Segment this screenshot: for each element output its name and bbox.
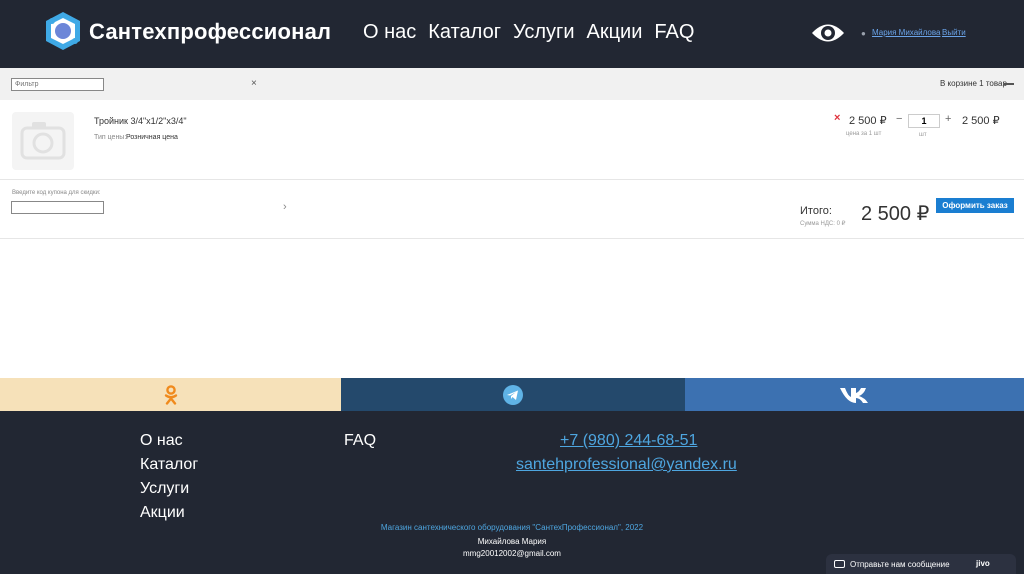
- nav-catalog[interactable]: Каталог: [428, 21, 501, 44]
- checkout-button[interactable]: Оформить заказ: [936, 198, 1014, 213]
- chat-widget-text: Отправьте нам сообщение: [850, 560, 950, 569]
- cart-item-row: Тройник 3/4"х1/2"х3/4" Тип цены: Розничн…: [0, 100, 1024, 180]
- social-vk-link[interactable]: [685, 378, 1024, 411]
- collapse-icon[interactable]: [1004, 83, 1014, 85]
- total-value: 2 500 ₽: [861, 203, 930, 225]
- footer-link-services[interactable]: Услуги: [140, 479, 198, 499]
- cart-count: В корзине 1 товар: [940, 79, 1007, 88]
- quantity-increase-button[interactable]: +: [945, 113, 951, 125]
- quantity-input[interactable]: [908, 114, 940, 128]
- telegram-icon: [503, 384, 523, 405]
- footer-nav: О нас Каталог Услуги Акции: [140, 431, 198, 523]
- social-ok-link[interactable]: [0, 378, 341, 411]
- product-name[interactable]: Тройник 3/4"х1/2"х3/4": [94, 116, 187, 126]
- vk-icon: [839, 387, 868, 403]
- unit-price-note: цена за 1 шт: [846, 131, 882, 137]
- filter-input[interactable]: [11, 78, 104, 91]
- user-icon: ●: [861, 29, 866, 38]
- social-telegram-link[interactable]: [341, 378, 685, 411]
- chat-icon: [834, 560, 845, 568]
- quantity-unit: шт: [919, 132, 927, 138]
- nav-faq[interactable]: FAQ: [654, 21, 694, 44]
- nav-promotions[interactable]: Акции: [587, 21, 643, 44]
- nav-services[interactable]: Услуги: [513, 21, 575, 44]
- nav-about[interactable]: О нас: [363, 21, 416, 44]
- filter-clear-icon[interactable]: ×: [251, 78, 257, 89]
- total-label: Итого:: [800, 205, 832, 217]
- footer-author: Михайлова Мария: [477, 537, 547, 546]
- chat-widget-button[interactable]: Отправьте нам сообщение jivo: [826, 554, 1016, 574]
- chat-widget-brand: jivo: [976, 559, 990, 568]
- cart-filter-bar: × В корзине 1 товар: [0, 68, 1024, 100]
- footer-link-about[interactable]: О нас: [140, 431, 198, 451]
- hexagon-logo-icon[interactable]: [42, 10, 84, 52]
- social-links-strip: [0, 378, 1024, 411]
- footer-copyright: Магазин сантехнического оборудования "Са…: [380, 523, 644, 532]
- odnoklassniki-icon: [164, 384, 177, 405]
- cart-summary-row: Введите код купона для скидки: › Итого: …: [0, 181, 1024, 239]
- footer-link-faq[interactable]: FAQ: [344, 431, 376, 451]
- brand-name[interactable]: Сантехпрофессионал: [89, 19, 331, 45]
- main-nav: О нас Каталог Услуги Акции FAQ: [363, 21, 694, 44]
- price-type-label: Тип цены:: [94, 134, 127, 141]
- product-image-placeholder-icon[interactable]: [12, 112, 74, 170]
- eye-icon[interactable]: [810, 20, 846, 46]
- coupon-apply-icon[interactable]: ›: [283, 201, 287, 213]
- footer-phone-link[interactable]: +7 (980) 244-68-51: [560, 431, 697, 451]
- line-total: 2 500 ₽: [962, 115, 1000, 127]
- unit-price: 2 500 ₽: [849, 115, 887, 127]
- footer-email-link[interactable]: santehprofessional@yandex.ru: [516, 455, 737, 475]
- site-footer: О нас Каталог Услуги Акции FAQ +7 (980) …: [0, 411, 1024, 574]
- quantity-decrease-button[interactable]: −: [896, 113, 902, 125]
- coupon-input[interactable]: [11, 201, 104, 214]
- logout-link[interactable]: Выйти: [942, 28, 966, 37]
- remove-item-icon[interactable]: ×: [834, 112, 840, 124]
- vat-label: Сумма НДС: 0 ₽: [800, 221, 846, 227]
- site-header: Сантехпрофессионал О нас Каталог Услуги …: [0, 0, 1024, 68]
- coupon-label: Введите код купона для скидки:: [12, 190, 101, 196]
- price-type-value: Розничная цена: [126, 134, 178, 141]
- footer-link-promotions[interactable]: Акции: [140, 503, 198, 523]
- footer-link-catalog[interactable]: Каталог: [140, 455, 198, 475]
- user-profile-link[interactable]: Мария Михайлова: [872, 28, 940, 37]
